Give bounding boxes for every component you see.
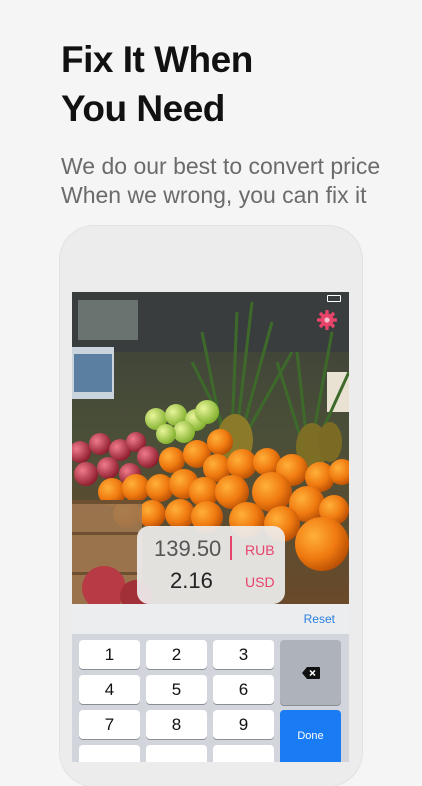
headline-line-2: You Need xyxy=(61,88,225,129)
target-currency-button[interactable]: USD xyxy=(245,574,275,590)
source-price-input[interactable]: 139.50 xyxy=(154,536,221,562)
battery-icon xyxy=(327,295,341,302)
headline: Fix It When You Need xyxy=(61,35,253,133)
key-extra-right[interactable] xyxy=(213,745,274,762)
backspace-icon xyxy=(302,667,320,679)
key-4[interactable]: 4 xyxy=(79,675,140,704)
source-currency-button[interactable]: RUB xyxy=(245,542,275,558)
key-6[interactable]: 6 xyxy=(213,675,274,704)
gear-icon[interactable] xyxy=(316,309,338,331)
backspace-button[interactable] xyxy=(280,640,341,705)
key-7[interactable]: 7 xyxy=(79,710,140,739)
text-cursor xyxy=(230,536,232,560)
target-price-value: 2.16 xyxy=(170,568,213,593)
done-button[interactable]: Done xyxy=(280,710,341,762)
reset-button[interactable]: Reset xyxy=(304,612,335,626)
key-1[interactable]: 1 xyxy=(79,640,140,669)
key-extra-middle[interactable] xyxy=(146,745,207,762)
key-9[interactable]: 9 xyxy=(213,710,274,739)
subheadline: We do our best to convert price When we … xyxy=(61,152,380,210)
status-bar xyxy=(72,292,349,304)
headline-line-1: Fix It When xyxy=(61,39,253,80)
subheadline-line-2: When we wrong, you can fix it xyxy=(61,182,367,208)
phone-screen: 139.50 RUB 2.16 USD Reset 1 2 3 4 5 6 7 … xyxy=(72,292,349,762)
numeric-keypad: 1 2 3 4 5 6 7 8 9 Done xyxy=(72,634,349,762)
keyboard-toolbar: Reset xyxy=(72,604,349,634)
key-5[interactable]: 5 xyxy=(146,675,207,704)
price-converter-card: 139.50 RUB 2.16 USD xyxy=(137,526,285,604)
gear-icon-svg xyxy=(317,310,337,330)
subheadline-line-1: We do our best to convert price xyxy=(61,153,381,179)
key-extra-left[interactable] xyxy=(79,745,140,762)
key-3[interactable]: 3 xyxy=(213,640,274,669)
key-2[interactable]: 2 xyxy=(146,640,207,669)
key-8[interactable]: 8 xyxy=(146,710,207,739)
